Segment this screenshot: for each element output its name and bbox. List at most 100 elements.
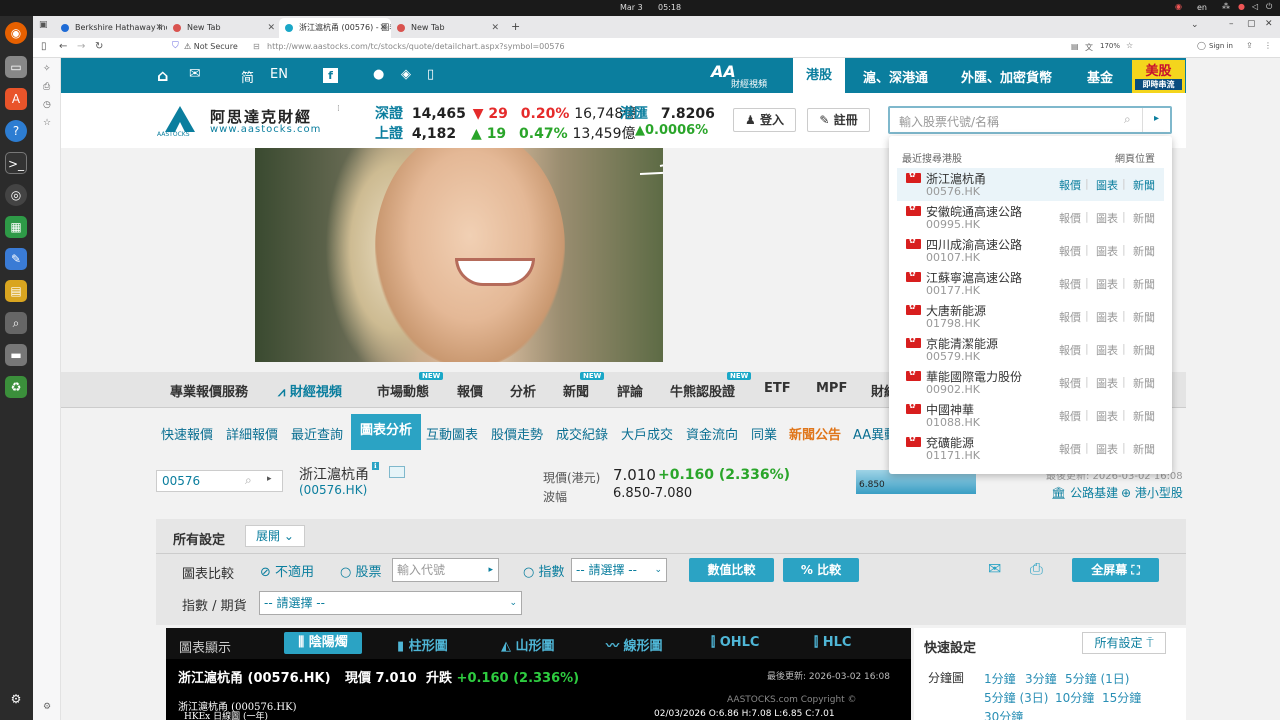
- recent-item-quote-link[interactable]: 報價: [1059, 177, 1081, 193]
- index-select[interactable]: -- 請選擇 -- ⌄: [571, 558, 667, 582]
- recent-item-news-link[interactable]: 新聞: [1133, 309, 1155, 325]
- tab-list-icon[interactable]: ▣: [39, 20, 48, 30]
- lang-english[interactable]: EN: [270, 67, 288, 82]
- recent-item-news-link[interactable]: 新聞: [1133, 210, 1155, 226]
- lang-simplified[interactable]: 简: [241, 67, 254, 86]
- min-5-1d[interactable]: 5分鐘 (1日): [1065, 670, 1129, 687]
- sub-trades[interactable]: 成交紀錄: [556, 424, 608, 443]
- radio-na[interactable]: ⊘ 不適用: [260, 561, 314, 580]
- bookmark-star-icon[interactable]: ☆: [1126, 41, 1133, 50]
- menu-mpf[interactable]: MPF: [816, 381, 847, 396]
- nav-us-stocks[interactable]: 美股 即時串流: [1132, 60, 1185, 93]
- chart-type-ohlc[interactable]: ⫿ OHLC: [711, 635, 759, 650]
- back-icon[interactable]: ←: [59, 41, 67, 52]
- email-icon[interactable]: ✉: [988, 559, 1001, 578]
- forward-icon[interactable]: →: [77, 41, 85, 52]
- sub-detail-quote[interactable]: 詳細報價: [226, 424, 278, 443]
- recent-item-quote-link[interactable]: 報價: [1059, 210, 1081, 226]
- menu-market[interactable]: 市場動態: [377, 381, 429, 400]
- recent-search-item[interactable]: 大唐新能源01798.HK報價|圖表|新聞: [897, 300, 1164, 333]
- close-window-icon[interactable]: ✕: [1265, 19, 1273, 29]
- min-10[interactable]: 10分鐘: [1055, 689, 1094, 706]
- min-15[interactable]: 15分鐘: [1102, 689, 1141, 706]
- recent-search-item[interactable]: 安徽皖通高速公路00995.HK報價|圖表|新聞: [897, 201, 1164, 234]
- trash-icon[interactable]: ♻: [5, 376, 27, 398]
- recent-item-quote-link[interactable]: 報價: [1059, 276, 1081, 292]
- compare-code-input[interactable]: 輸入代號 ▸: [392, 558, 499, 582]
- help-icon[interactable]: ?: [5, 120, 27, 142]
- value-compare-button[interactable]: 數值比較: [689, 558, 774, 582]
- text-editor-icon[interactable]: ✎: [5, 248, 27, 270]
- recent-item-chart-link[interactable]: 圖表: [1096, 177, 1118, 193]
- nav-stock-connect[interactable]: 滬、深港通: [863, 67, 928, 86]
- chart-type-hlc[interactable]: ⫿ HLC: [814, 635, 851, 650]
- synced-tabs-icon[interactable]: ⎙: [43, 82, 50, 92]
- banner-ad[interactable]: [255, 148, 663, 362]
- min-1[interactable]: 1分鐘: [984, 670, 1016, 687]
- nav-funds[interactable]: 基金: [1087, 67, 1113, 86]
- quote-code-input[interactable]: 00576: [162, 474, 200, 488]
- power-icon[interactable]: ⏻: [1266, 2, 1272, 12]
- reader-icon[interactable]: ▤: [1071, 42, 1079, 51]
- pct-compare-button[interactable]: % 比較: [783, 558, 859, 582]
- sector-smallcap[interactable]: ⊕ 港小型股: [1121, 484, 1183, 501]
- new-tab-button[interactable]: +: [511, 20, 520, 33]
- tab-new-1[interactable]: New Tab ✕: [167, 18, 279, 38]
- print-icon[interactable]: ⎙: [1030, 559, 1043, 579]
- recent-item-chart-link[interactable]: 圖表: [1096, 342, 1118, 358]
- spreadsheet-icon[interactable]: ▦: [5, 216, 27, 238]
- bookmarks-icon[interactable]: ☆: [43, 118, 51, 128]
- record-icon[interactable]: ◉: [1175, 2, 1182, 11]
- recent-search-item[interactable]: 中國神華01088.HK報價|圖表|新聞: [897, 399, 1164, 432]
- min-5-3d[interactable]: 5分鐘 (3日): [984, 689, 1048, 706]
- tracking-shield-icon[interactable]: ⛉: [172, 41, 179, 51]
- recent-item-news-link[interactable]: 新聞: [1133, 342, 1155, 358]
- watchlist-icon[interactable]: ℹ: [372, 462, 379, 470]
- tab-overflow-icon[interactable]: ⌄: [1191, 20, 1199, 30]
- facebook-icon[interactable]: f: [323, 68, 338, 83]
- sidebar-settings-icon[interactable]: ⚙: [43, 702, 51, 712]
- chart-type-candle[interactable]: ⫼ 陰陽燭: [284, 632, 362, 654]
- firefox-icon[interactable]: ◉: [5, 22, 27, 44]
- chart-type-bar[interactable]: ▮ 柱形圖: [397, 635, 448, 654]
- sub-money-flow[interactable]: 資金流向: [686, 424, 738, 443]
- fullscreen-button[interactable]: 全屏幕 ⛶: [1072, 558, 1159, 582]
- radio-index[interactable]: ○ 指數: [523, 561, 565, 580]
- maximize-icon[interactable]: ▢: [1247, 19, 1256, 29]
- recent-item-quote-link[interactable]: 報價: [1059, 441, 1081, 457]
- mobile-icon[interactable]: ▯: [427, 67, 434, 82]
- network-icon[interactable]: ⁂: [1222, 2, 1230, 11]
- recent-search-item[interactable]: 四川成渝高速公路00107.HK報價|圖表|新聞: [897, 234, 1164, 267]
- zoom-level[interactable]: 170%: [1100, 42, 1120, 50]
- sub-peers[interactable]: 同業: [751, 424, 777, 443]
- radio-stock[interactable]: ○ 股票: [340, 561, 382, 580]
- history-icon[interactable]: ◷: [43, 100, 51, 110]
- search-icon[interactable]: ⌕: [1124, 112, 1131, 127]
- recent-item-news-link[interactable]: 新聞: [1133, 408, 1155, 424]
- recent-item-quote-link[interactable]: 報價: [1059, 243, 1081, 259]
- android-icon[interactable]: ◈: [401, 67, 411, 82]
- sub-announcements[interactable]: 新聞公告: [789, 424, 841, 443]
- obs-icon[interactable]: ◎: [5, 184, 27, 206]
- menu-warrants[interactable]: 牛熊認股證: [670, 381, 735, 400]
- apple-icon[interactable]: ●: [373, 67, 384, 82]
- extensions-icon[interactable]: ⇪: [1246, 41, 1253, 50]
- tab-new-2[interactable]: New Tab ✕: [391, 18, 503, 38]
- all-settings-button[interactable]: 所有設定 ⍑: [1082, 632, 1166, 654]
- sub-quick-quote[interactable]: 快速報價: [161, 424, 213, 443]
- menu-comment[interactable]: 評論: [617, 381, 643, 400]
- compare-icon[interactable]: [389, 466, 405, 478]
- register-button[interactable]: ✎ 註冊: [807, 108, 870, 132]
- recent-item-quote-link[interactable]: 報價: [1059, 309, 1081, 325]
- tab-berkshire[interactable]: Berkshire Hathaway Inc. (✕: [55, 18, 167, 38]
- sub-chart-analysis[interactable]: 圖表分析: [351, 414, 421, 450]
- collapse-icon[interactable]: ⁞: [337, 104, 340, 114]
- recent-item-news-link[interactable]: 新聞: [1133, 243, 1155, 259]
- menu-analysis[interactable]: 分析: [510, 381, 536, 400]
- home-icon[interactable]: ⌂: [157, 66, 168, 85]
- app-center-icon[interactable]: A: [5, 88, 27, 110]
- os-lang[interactable]: en: [1197, 3, 1207, 12]
- mic-icon[interactable]: ●: [1238, 2, 1245, 11]
- chart-type-line[interactable]: 〰 線形圖: [606, 635, 663, 654]
- nav-hk-stocks[interactable]: 港股: [793, 58, 845, 93]
